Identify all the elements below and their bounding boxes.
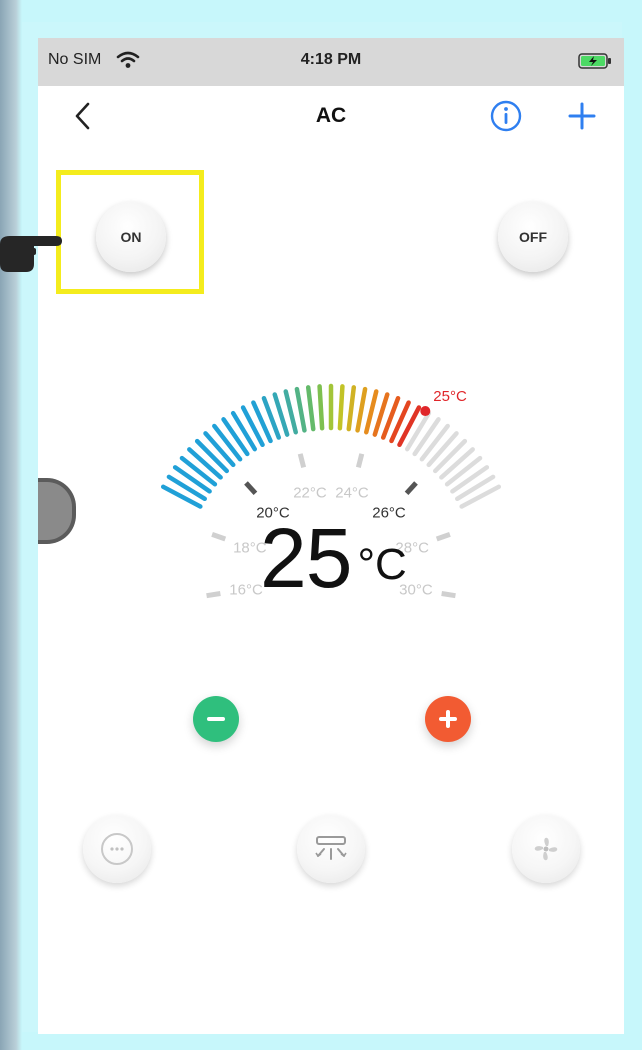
on-button[interactable]: ON	[96, 202, 166, 272]
dial-tick	[346, 385, 357, 432]
minus-icon	[207, 717, 225, 721]
plus-icon[interactable]	[564, 98, 600, 134]
dial-tick	[419, 423, 450, 462]
mode-icon	[101, 833, 133, 865]
off-button[interactable]: OFF	[498, 202, 568, 272]
scale-marker	[355, 453, 365, 469]
dial-tick	[221, 417, 250, 457]
dial-tick	[389, 400, 411, 444]
fan-icon	[534, 837, 558, 861]
dial-tick	[187, 447, 223, 480]
dial-tick	[426, 431, 459, 468]
dial-tick	[251, 400, 273, 444]
status-bar: No SIM 4:18 PM	[38, 38, 624, 86]
dial-tick	[444, 455, 483, 487]
dial-tick	[305, 385, 316, 432]
dial-tick	[397, 405, 422, 448]
dial-tick	[412, 417, 441, 457]
temperature-display: 25 °C	[260, 516, 407, 600]
dial-tick	[372, 392, 390, 437]
swing-button[interactable]	[297, 815, 365, 883]
plus-icon	[439, 710, 457, 728]
dial-tick	[294, 386, 307, 433]
increase-temperature-button[interactable]	[425, 696, 471, 742]
dial-tick	[203, 431, 236, 468]
scale-label: 22°C	[293, 485, 327, 502]
setpoint-label: 25°C	[433, 388, 467, 405]
dial-tick	[261, 395, 282, 440]
scale-marker	[244, 481, 258, 496]
dial-tick	[355, 386, 368, 433]
dial-tick	[404, 410, 432, 452]
floating-assistive-button[interactable]	[38, 478, 76, 544]
scale-marker	[297, 453, 307, 469]
dial-tick	[432, 438, 468, 474]
status-time: 4:18 PM	[300, 51, 362, 68]
dial-tick	[337, 384, 345, 431]
dial-tick	[283, 389, 299, 435]
dial-tick	[459, 484, 502, 509]
dial-tick	[439, 447, 475, 480]
phone-screen: No SIM 4:18 PM AC ON OFF 25°C16°C18°C	[38, 38, 624, 1034]
dial-tick	[272, 392, 290, 437]
setpoint-marker[interactable]	[420, 406, 431, 417]
scale-marker	[441, 591, 456, 599]
scale-label: 24°C	[335, 485, 369, 502]
swing-icon	[315, 836, 347, 860]
dial-tick	[363, 389, 379, 435]
mode-button[interactable]	[83, 815, 151, 883]
battery-charging-icon	[578, 53, 611, 69]
scale-label: 16°C	[229, 581, 263, 598]
pointing-hand-icon	[0, 236, 62, 272]
current-temperature: 25	[260, 511, 352, 605]
dial-tick	[240, 405, 265, 448]
dial-tick	[160, 484, 203, 509]
decrease-temperature-button[interactable]	[193, 696, 239, 742]
dial-tick	[380, 395, 401, 440]
scale-marker	[206, 591, 221, 599]
scale-marker	[211, 532, 227, 542]
dial-tick	[455, 474, 496, 502]
dial-tick	[317, 384, 325, 431]
scale-marker	[404, 481, 418, 496]
navigation-bar: AC	[38, 86, 624, 146]
temperature-unit: °C	[357, 540, 407, 589]
page-title: AC	[315, 104, 347, 127]
dial-tick	[179, 455, 218, 487]
fan-button[interactable]	[512, 815, 580, 883]
dial-tick	[212, 423, 243, 462]
info-icon[interactable]	[488, 98, 524, 134]
dial-tick	[166, 474, 207, 502]
dial-tick	[450, 465, 490, 494]
scale-marker	[435, 532, 451, 542]
dial-tick	[172, 465, 212, 494]
dial-tick	[230, 410, 258, 452]
dial-tick	[194, 438, 230, 474]
